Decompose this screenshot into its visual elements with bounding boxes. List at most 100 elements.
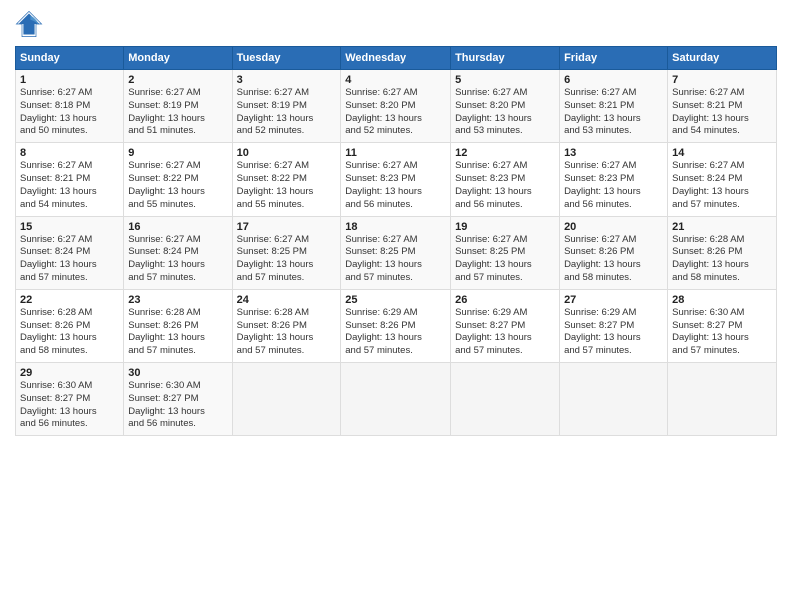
day-info: Sunrise: 6:27 AMSunset: 8:21 PMDaylight:… [20, 160, 119, 211]
day-number: 29 [20, 367, 119, 379]
calendar-cell: 15Sunrise: 6:27 AMSunset: 8:24 PMDayligh… [16, 216, 124, 289]
calendar-cell: 30Sunrise: 6:30 AMSunset: 8:27 PMDayligh… [124, 363, 232, 436]
calendar-cell: 13Sunrise: 6:27 AMSunset: 8:23 PMDayligh… [560, 143, 668, 216]
day-info: Sunrise: 6:27 AMSunset: 8:20 PMDaylight:… [455, 87, 555, 138]
day-number: 28 [672, 294, 772, 306]
calendar-cell: 19Sunrise: 6:27 AMSunset: 8:25 PMDayligh… [451, 216, 560, 289]
weekday-header: Sunday [16, 47, 124, 70]
calendar-cell: 20Sunrise: 6:27 AMSunset: 8:26 PMDayligh… [560, 216, 668, 289]
calendar-cell: 23Sunrise: 6:28 AMSunset: 8:26 PMDayligh… [124, 289, 232, 362]
calendar-cell: 6Sunrise: 6:27 AMSunset: 8:21 PMDaylight… [560, 70, 668, 143]
day-info: Sunrise: 6:28 AMSunset: 8:26 PMDaylight:… [20, 307, 119, 358]
day-info: Sunrise: 6:27 AMSunset: 8:23 PMDaylight:… [345, 160, 446, 211]
day-number: 24 [237, 294, 337, 306]
day-info: Sunrise: 6:27 AMSunset: 8:20 PMDaylight:… [345, 87, 446, 138]
calendar-cell [560, 363, 668, 436]
calendar-cell: 28Sunrise: 6:30 AMSunset: 8:27 PMDayligh… [668, 289, 777, 362]
calendar-cell: 26Sunrise: 6:29 AMSunset: 8:27 PMDayligh… [451, 289, 560, 362]
calendar-table: SundayMondayTuesdayWednesdayThursdayFrid… [15, 46, 777, 436]
day-number: 1 [20, 74, 119, 86]
day-number: 11 [345, 147, 446, 159]
calendar-cell: 4Sunrise: 6:27 AMSunset: 8:20 PMDaylight… [341, 70, 451, 143]
day-number: 30 [128, 367, 227, 379]
calendar-cell: 25Sunrise: 6:29 AMSunset: 8:26 PMDayligh… [341, 289, 451, 362]
day-number: 23 [128, 294, 227, 306]
day-number: 12 [455, 147, 555, 159]
day-number: 25 [345, 294, 446, 306]
calendar-cell: 18Sunrise: 6:27 AMSunset: 8:25 PMDayligh… [341, 216, 451, 289]
day-info: Sunrise: 6:28 AMSunset: 8:26 PMDaylight:… [237, 307, 337, 358]
weekday-header: Friday [560, 47, 668, 70]
day-info: Sunrise: 6:30 AMSunset: 8:27 PMDaylight:… [128, 380, 227, 431]
day-number: 13 [564, 147, 663, 159]
day-info: Sunrise: 6:28 AMSunset: 8:26 PMDaylight:… [128, 307, 227, 358]
day-number: 27 [564, 294, 663, 306]
calendar-cell: 11Sunrise: 6:27 AMSunset: 8:23 PMDayligh… [341, 143, 451, 216]
weekday-header: Monday [124, 47, 232, 70]
calendar-week-row: 1Sunrise: 6:27 AMSunset: 8:18 PMDaylight… [16, 70, 777, 143]
weekday-header: Tuesday [232, 47, 341, 70]
day-info: Sunrise: 6:29 AMSunset: 8:27 PMDaylight:… [564, 307, 663, 358]
calendar-cell: 21Sunrise: 6:28 AMSunset: 8:26 PMDayligh… [668, 216, 777, 289]
day-info: Sunrise: 6:27 AMSunset: 8:25 PMDaylight:… [345, 234, 446, 285]
calendar-cell: 27Sunrise: 6:29 AMSunset: 8:27 PMDayligh… [560, 289, 668, 362]
day-info: Sunrise: 6:27 AMSunset: 8:19 PMDaylight:… [237, 87, 337, 138]
calendar-week-row: 8Sunrise: 6:27 AMSunset: 8:21 PMDaylight… [16, 143, 777, 216]
calendar-cell: 10Sunrise: 6:27 AMSunset: 8:22 PMDayligh… [232, 143, 341, 216]
day-info: Sunrise: 6:27 AMSunset: 8:22 PMDaylight:… [237, 160, 337, 211]
day-info: Sunrise: 6:27 AMSunset: 8:24 PMDaylight:… [20, 234, 119, 285]
day-info: Sunrise: 6:30 AMSunset: 8:27 PMDaylight:… [20, 380, 119, 431]
day-info: Sunrise: 6:27 AMSunset: 8:25 PMDaylight:… [455, 234, 555, 285]
calendar-cell: 1Sunrise: 6:27 AMSunset: 8:18 PMDaylight… [16, 70, 124, 143]
calendar-cell: 8Sunrise: 6:27 AMSunset: 8:21 PMDaylight… [16, 143, 124, 216]
calendar-cell: 16Sunrise: 6:27 AMSunset: 8:24 PMDayligh… [124, 216, 232, 289]
calendar-week-row: 29Sunrise: 6:30 AMSunset: 8:27 PMDayligh… [16, 363, 777, 436]
day-number: 26 [455, 294, 555, 306]
calendar-cell: 2Sunrise: 6:27 AMSunset: 8:19 PMDaylight… [124, 70, 232, 143]
day-number: 8 [20, 147, 119, 159]
calendar-cell: 29Sunrise: 6:30 AMSunset: 8:27 PMDayligh… [16, 363, 124, 436]
day-info: Sunrise: 6:28 AMSunset: 8:26 PMDaylight:… [672, 234, 772, 285]
weekday-header: Saturday [668, 47, 777, 70]
day-info: Sunrise: 6:27 AMSunset: 8:24 PMDaylight:… [128, 234, 227, 285]
day-number: 5 [455, 74, 555, 86]
day-info: Sunrise: 6:29 AMSunset: 8:26 PMDaylight:… [345, 307, 446, 358]
calendar-cell: 22Sunrise: 6:28 AMSunset: 8:26 PMDayligh… [16, 289, 124, 362]
day-info: Sunrise: 6:27 AMSunset: 8:22 PMDaylight:… [128, 160, 227, 211]
calendar-week-row: 22Sunrise: 6:28 AMSunset: 8:26 PMDayligh… [16, 289, 777, 362]
day-number: 9 [128, 147, 227, 159]
day-number: 10 [237, 147, 337, 159]
calendar-cell: 3Sunrise: 6:27 AMSunset: 8:19 PMDaylight… [232, 70, 341, 143]
day-number: 18 [345, 221, 446, 233]
calendar-cell: 7Sunrise: 6:27 AMSunset: 8:21 PMDaylight… [668, 70, 777, 143]
calendar-cell [341, 363, 451, 436]
day-number: 7 [672, 74, 772, 86]
calendar-header-row: SundayMondayTuesdayWednesdayThursdayFrid… [16, 47, 777, 70]
day-number: 19 [455, 221, 555, 233]
day-number: 22 [20, 294, 119, 306]
day-info: Sunrise: 6:27 AMSunset: 8:21 PMDaylight:… [564, 87, 663, 138]
day-number: 15 [20, 221, 119, 233]
day-number: 2 [128, 74, 227, 86]
weekday-header: Wednesday [341, 47, 451, 70]
day-number: 14 [672, 147, 772, 159]
day-info: Sunrise: 6:27 AMSunset: 8:24 PMDaylight:… [672, 160, 772, 211]
day-info: Sunrise: 6:27 AMSunset: 8:23 PMDaylight:… [564, 160, 663, 211]
logo-icon [15, 10, 43, 38]
day-number: 4 [345, 74, 446, 86]
day-number: 3 [237, 74, 337, 86]
calendar-cell [668, 363, 777, 436]
calendar-cell [451, 363, 560, 436]
day-number: 16 [128, 221, 227, 233]
day-info: Sunrise: 6:27 AMSunset: 8:18 PMDaylight:… [20, 87, 119, 138]
calendar-cell: 14Sunrise: 6:27 AMSunset: 8:24 PMDayligh… [668, 143, 777, 216]
calendar-cell: 24Sunrise: 6:28 AMSunset: 8:26 PMDayligh… [232, 289, 341, 362]
day-info: Sunrise: 6:27 AMSunset: 8:23 PMDaylight:… [455, 160, 555, 211]
day-info: Sunrise: 6:27 AMSunset: 8:19 PMDaylight:… [128, 87, 227, 138]
calendar-cell: 9Sunrise: 6:27 AMSunset: 8:22 PMDaylight… [124, 143, 232, 216]
day-info: Sunrise: 6:27 AMSunset: 8:21 PMDaylight:… [672, 87, 772, 138]
day-number: 6 [564, 74, 663, 86]
day-info: Sunrise: 6:30 AMSunset: 8:27 PMDaylight:… [672, 307, 772, 358]
calendar-cell: 12Sunrise: 6:27 AMSunset: 8:23 PMDayligh… [451, 143, 560, 216]
day-number: 21 [672, 221, 772, 233]
